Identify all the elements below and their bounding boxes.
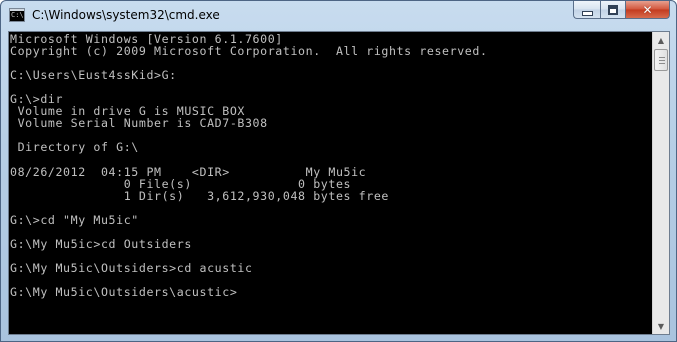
maximize-button[interactable] [600,1,626,19]
console-line: 08/26/2012 04:15 PM <DIR> My Mu5ic [10,164,367,179]
console-line: Directory of G:\ [10,140,139,155]
grip-line [659,60,665,61]
console-line: 1 Dir(s) 3,612,930,048 bytes free [10,188,390,203]
console-line: Volume Serial Number is CAD7-B308 [10,116,268,131]
window-title: C:\Windows\system32\cmd.exe [32,8,220,22]
console-line: C:\Users\Eust4ssKid>G: [10,68,177,83]
minimize-icon [581,10,593,16]
close-icon: ✕ [642,2,653,17]
scroll-thumb[interactable] [654,49,668,71]
close-button[interactable]: ✕ [626,1,670,19]
console-area[interactable]: Microsoft Windows [Version 6.1.7600] Copy… [8,31,670,335]
title-bar[interactable]: C:\ C:\Windows\system32\cmd.exe ✕ [1,1,676,31]
console-output[interactable]: Microsoft Windows [Version 6.1.7600] Copy… [10,33,653,333]
grip-line [659,63,665,64]
cmd-window: C:\ C:\Windows\system32\cmd.exe ✕ Micros… [0,0,677,342]
maximize-icon [608,4,618,15]
console-line: G:\My Mu5ic\Outsiders>cd acustic [10,260,253,275]
scroll-up-arrow-icon[interactable]: ▲ [653,32,669,48]
vertical-scrollbar[interactable]: ▲ ▼ [652,32,669,334]
cmd-icon-label: C:\ [11,11,24,19]
caption-buttons: ✕ [573,1,670,20]
console-line: 0 File(s) 0 bytes [10,176,352,191]
console-line: G:\My Mu5ic\Outsiders\acustic> [10,284,238,299]
grip-line [659,57,665,58]
console-line: Copyright (c) 2009 Microsoft Corporation… [10,44,488,59]
console-line: G:\>cd "My Mu5ic" [10,212,139,227]
minimize-button[interactable] [573,1,600,19]
cmd-icon[interactable]: C:\ [9,8,25,22]
scroll-down-arrow-icon[interactable]: ▼ [653,318,669,334]
console-line: G:\My Mu5ic>cd Outsiders [10,236,192,251]
